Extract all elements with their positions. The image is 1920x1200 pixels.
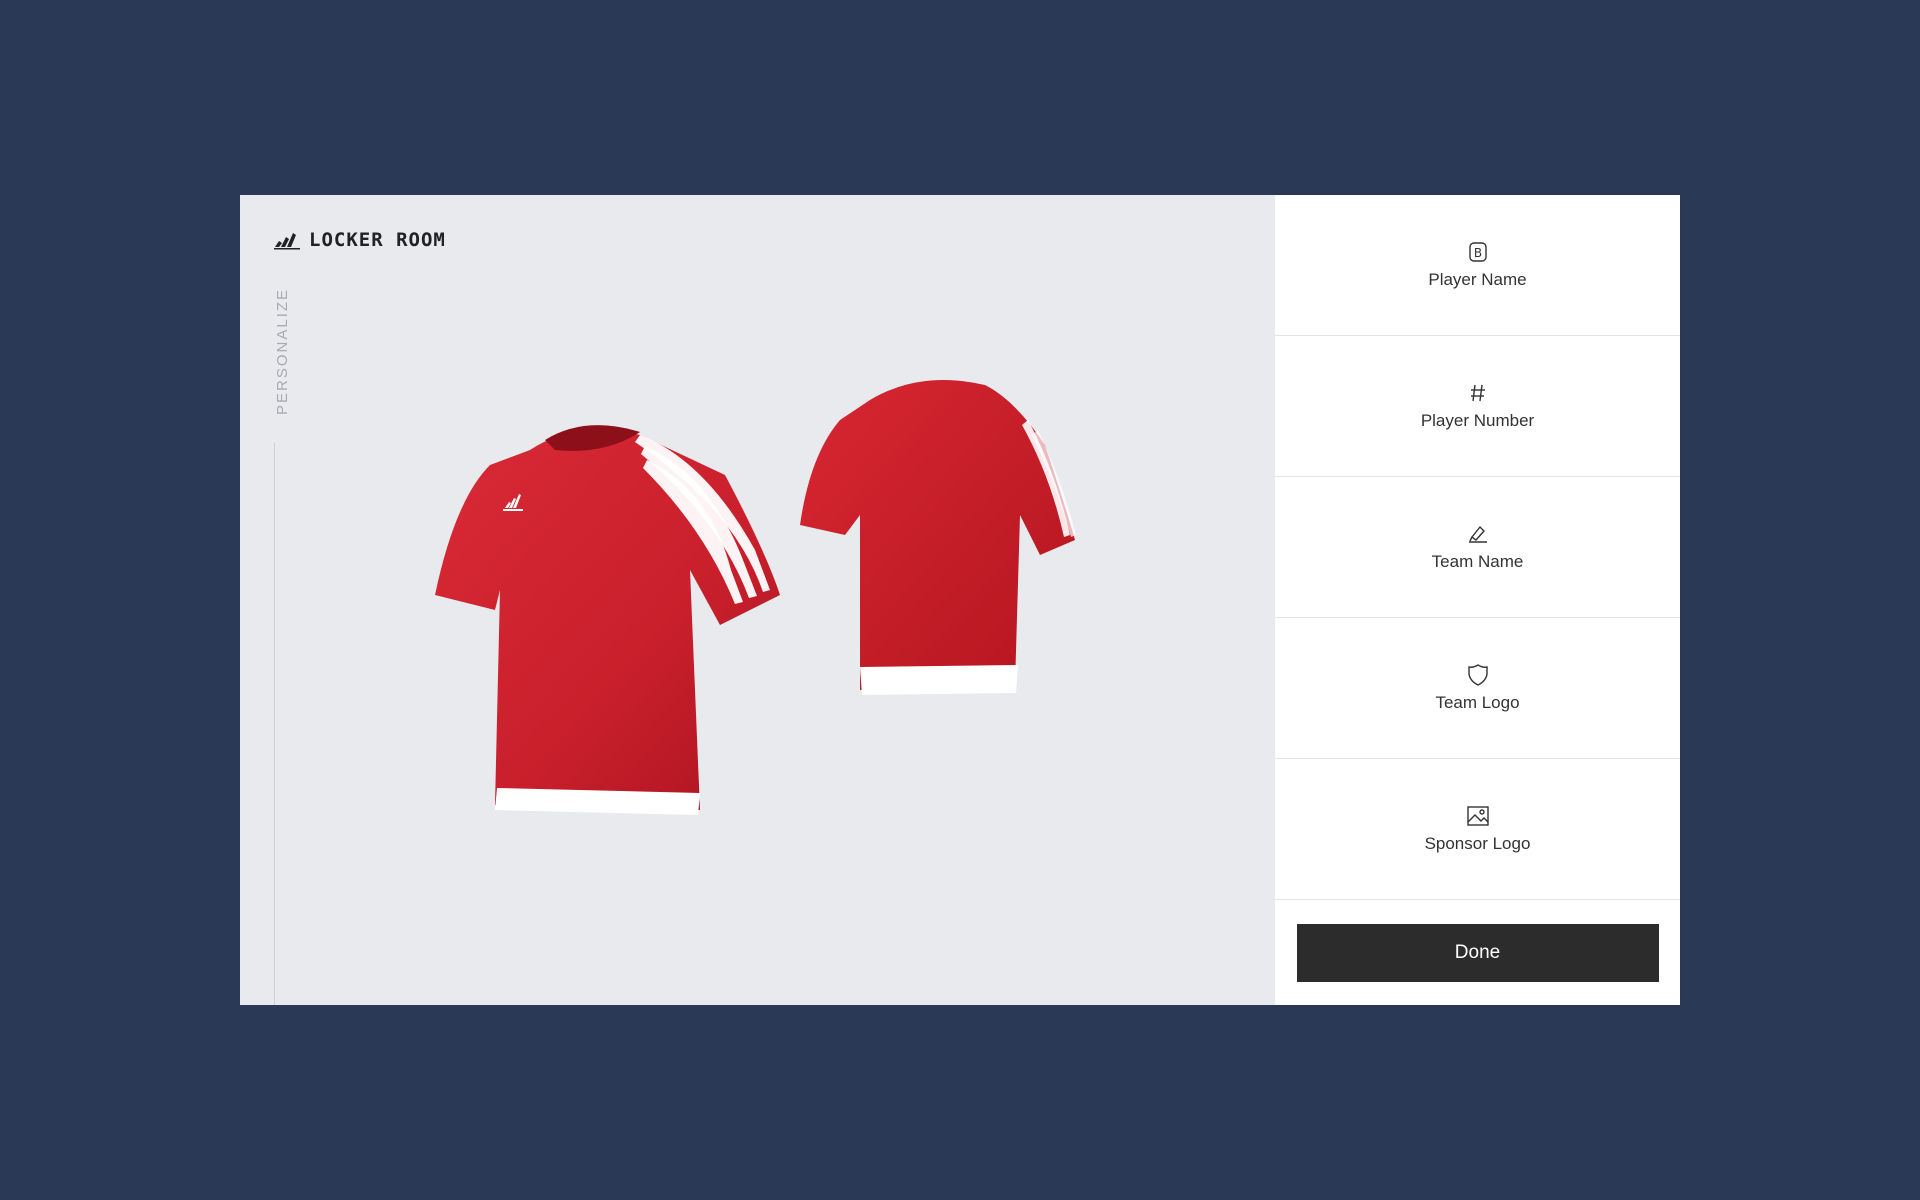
option-label: Player Number [1420, 411, 1535, 430]
brand-header: LOCKER ROOM [273, 229, 446, 251]
option-player-number[interactable]: Player Number [1275, 336, 1680, 477]
vertical-divider [274, 443, 275, 1005]
option-player-name[interactable]: B Player Name [1275, 195, 1680, 336]
option-label: Team Name [1431, 552, 1524, 571]
option-label: Player Name [1428, 270, 1527, 289]
section-label-wrap: PERSONALIZE [274, 288, 296, 415]
svg-text:B: B [1473, 246, 1481, 260]
option-label: Sponsor Logo [1424, 834, 1531, 853]
section-label: PERSONALIZE [274, 287, 291, 415]
shield-icon [1466, 663, 1490, 687]
image-icon [1466, 804, 1490, 828]
option-sponsor-logo[interactable]: Sponsor Logo [1275, 759, 1680, 900]
team-name-icon [1466, 522, 1490, 546]
done-button[interactable]: Done [1296, 923, 1659, 982]
option-label: Team Logo [1435, 693, 1520, 712]
brand-logo-icon [274, 233, 300, 250]
jersey-back-image [800, 380, 1076, 695]
jersey-front-image [435, 425, 780, 815]
customizer-window: LOCKER ROOM PERSONALIZE B Player Name Pl… [240, 195, 1680, 1005]
letter-b-icon: B [1466, 240, 1490, 264]
hash-icon [1466, 381, 1490, 405]
done-wrap: Done [1275, 900, 1680, 1005]
personalize-options-panel: B Player Name Player Number Team Name Te… [1275, 195, 1680, 1005]
option-team-logo[interactable]: Team Logo [1275, 618, 1680, 759]
brand-title: LOCKER ROOM [309, 229, 446, 251]
jersey-preview-pane: LOCKER ROOM PERSONALIZE [240, 195, 1275, 1005]
option-team-name[interactable]: Team Name [1275, 477, 1680, 618]
